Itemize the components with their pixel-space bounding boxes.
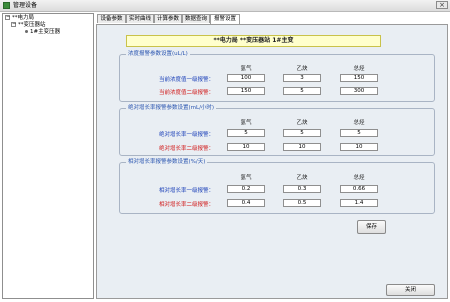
value-input[interactable]: 300 bbox=[340, 87, 378, 95]
value-input[interactable]: 10 bbox=[340, 143, 378, 151]
tab-realtime-curve[interactable]: 实时曲线 bbox=[126, 14, 154, 23]
row-label: 相对增长率一级报警： bbox=[158, 188, 214, 194]
tab-alarm-settings[interactable]: 报警设置 bbox=[210, 14, 240, 24]
value-input[interactable]: 100 bbox=[227, 74, 265, 82]
leaf-icon bbox=[25, 30, 28, 33]
value-input[interactable]: 5 bbox=[283, 129, 321, 137]
value-input[interactable]: 3 bbox=[283, 74, 321, 82]
group-title: 绝对增长率报警参数设置(mL/小时) bbox=[126, 105, 217, 112]
window-title: 管理设备 bbox=[13, 2, 38, 9]
column-header-hydrogen: 氢气 bbox=[240, 120, 252, 126]
tree-node-station[interactable]: − **变压器站 bbox=[11, 22, 46, 29]
save-button[interactable]: 保存 bbox=[357, 220, 386, 234]
device-banner: **电力局 **变压器站 1#主变 bbox=[126, 35, 381, 47]
row-label: 绝对增长率二级报警： bbox=[158, 146, 214, 152]
column-header-acetylene: 乙炔 bbox=[296, 66, 308, 72]
value-input[interactable]: 10 bbox=[283, 143, 321, 151]
value-input[interactable]: 0.3 bbox=[283, 185, 321, 193]
tab-calc-params[interactable]: 计算参数 bbox=[154, 14, 182, 23]
title-bar: 管理设备 × bbox=[0, 0, 450, 12]
group-title: 浓度报警参数设置(uL/L) bbox=[126, 51, 190, 58]
tree-node-transformer[interactable]: 1#主变压器 bbox=[25, 29, 60, 36]
column-header-hydrogen: 氢气 bbox=[240, 175, 252, 181]
tree-node-root[interactable]: − **电力局 bbox=[5, 15, 34, 22]
close-button[interactable]: 关闭 bbox=[386, 284, 435, 296]
column-header-acetylene: 乙炔 bbox=[296, 120, 308, 126]
column-header-hydrogen: 氢气 bbox=[240, 66, 252, 72]
collapse-icon[interactable]: − bbox=[11, 22, 16, 27]
value-input[interactable]: 1.4 bbox=[340, 199, 378, 207]
row-label: 当前浓度值一级报警： bbox=[158, 77, 214, 83]
value-input[interactable]: 5 bbox=[227, 129, 265, 137]
app-icon bbox=[3, 2, 10, 9]
row-label: 绝对增长率一级报警： bbox=[158, 132, 214, 138]
value-input[interactable]: 5 bbox=[283, 87, 321, 95]
column-header-total-hydrocarbon: 总烃 bbox=[353, 120, 365, 126]
row-label: 相对增长率二级报警： bbox=[158, 202, 214, 208]
group-title: 相对增长率报警参数设置(%/天) bbox=[126, 159, 208, 166]
value-input[interactable]: 0.66 bbox=[340, 185, 378, 193]
tree-node-label: **变压器站 bbox=[18, 22, 46, 28]
tree-node-label: 1#主变压器 bbox=[30, 29, 61, 35]
value-input[interactable]: 0.4 bbox=[227, 199, 265, 207]
value-input[interactable]: 150 bbox=[227, 87, 265, 95]
value-input[interactable]: 5 bbox=[340, 129, 378, 137]
value-input[interactable]: 0.2 bbox=[227, 185, 265, 193]
column-header-acetylene: 乙炔 bbox=[296, 175, 308, 181]
value-input[interactable]: 0.5 bbox=[283, 199, 321, 207]
row-label: 当前浓度值二级报警： bbox=[158, 90, 214, 96]
column-header-total-hydrocarbon: 总烃 bbox=[353, 175, 365, 181]
collapse-icon[interactable]: − bbox=[5, 15, 10, 20]
value-input[interactable]: 150 bbox=[340, 74, 378, 82]
tab-device-params[interactable]: 设备参数 bbox=[97, 14, 126, 23]
window-close-button[interactable]: × bbox=[436, 1, 448, 9]
value-input[interactable]: 10 bbox=[227, 143, 265, 151]
tab-data-query[interactable]: 数据查询 bbox=[182, 14, 210, 23]
column-header-total-hydrocarbon: 总烃 bbox=[353, 66, 365, 72]
device-tree[interactable]: − **电力局 − **变压器站 1#主变压器 bbox=[2, 13, 94, 299]
